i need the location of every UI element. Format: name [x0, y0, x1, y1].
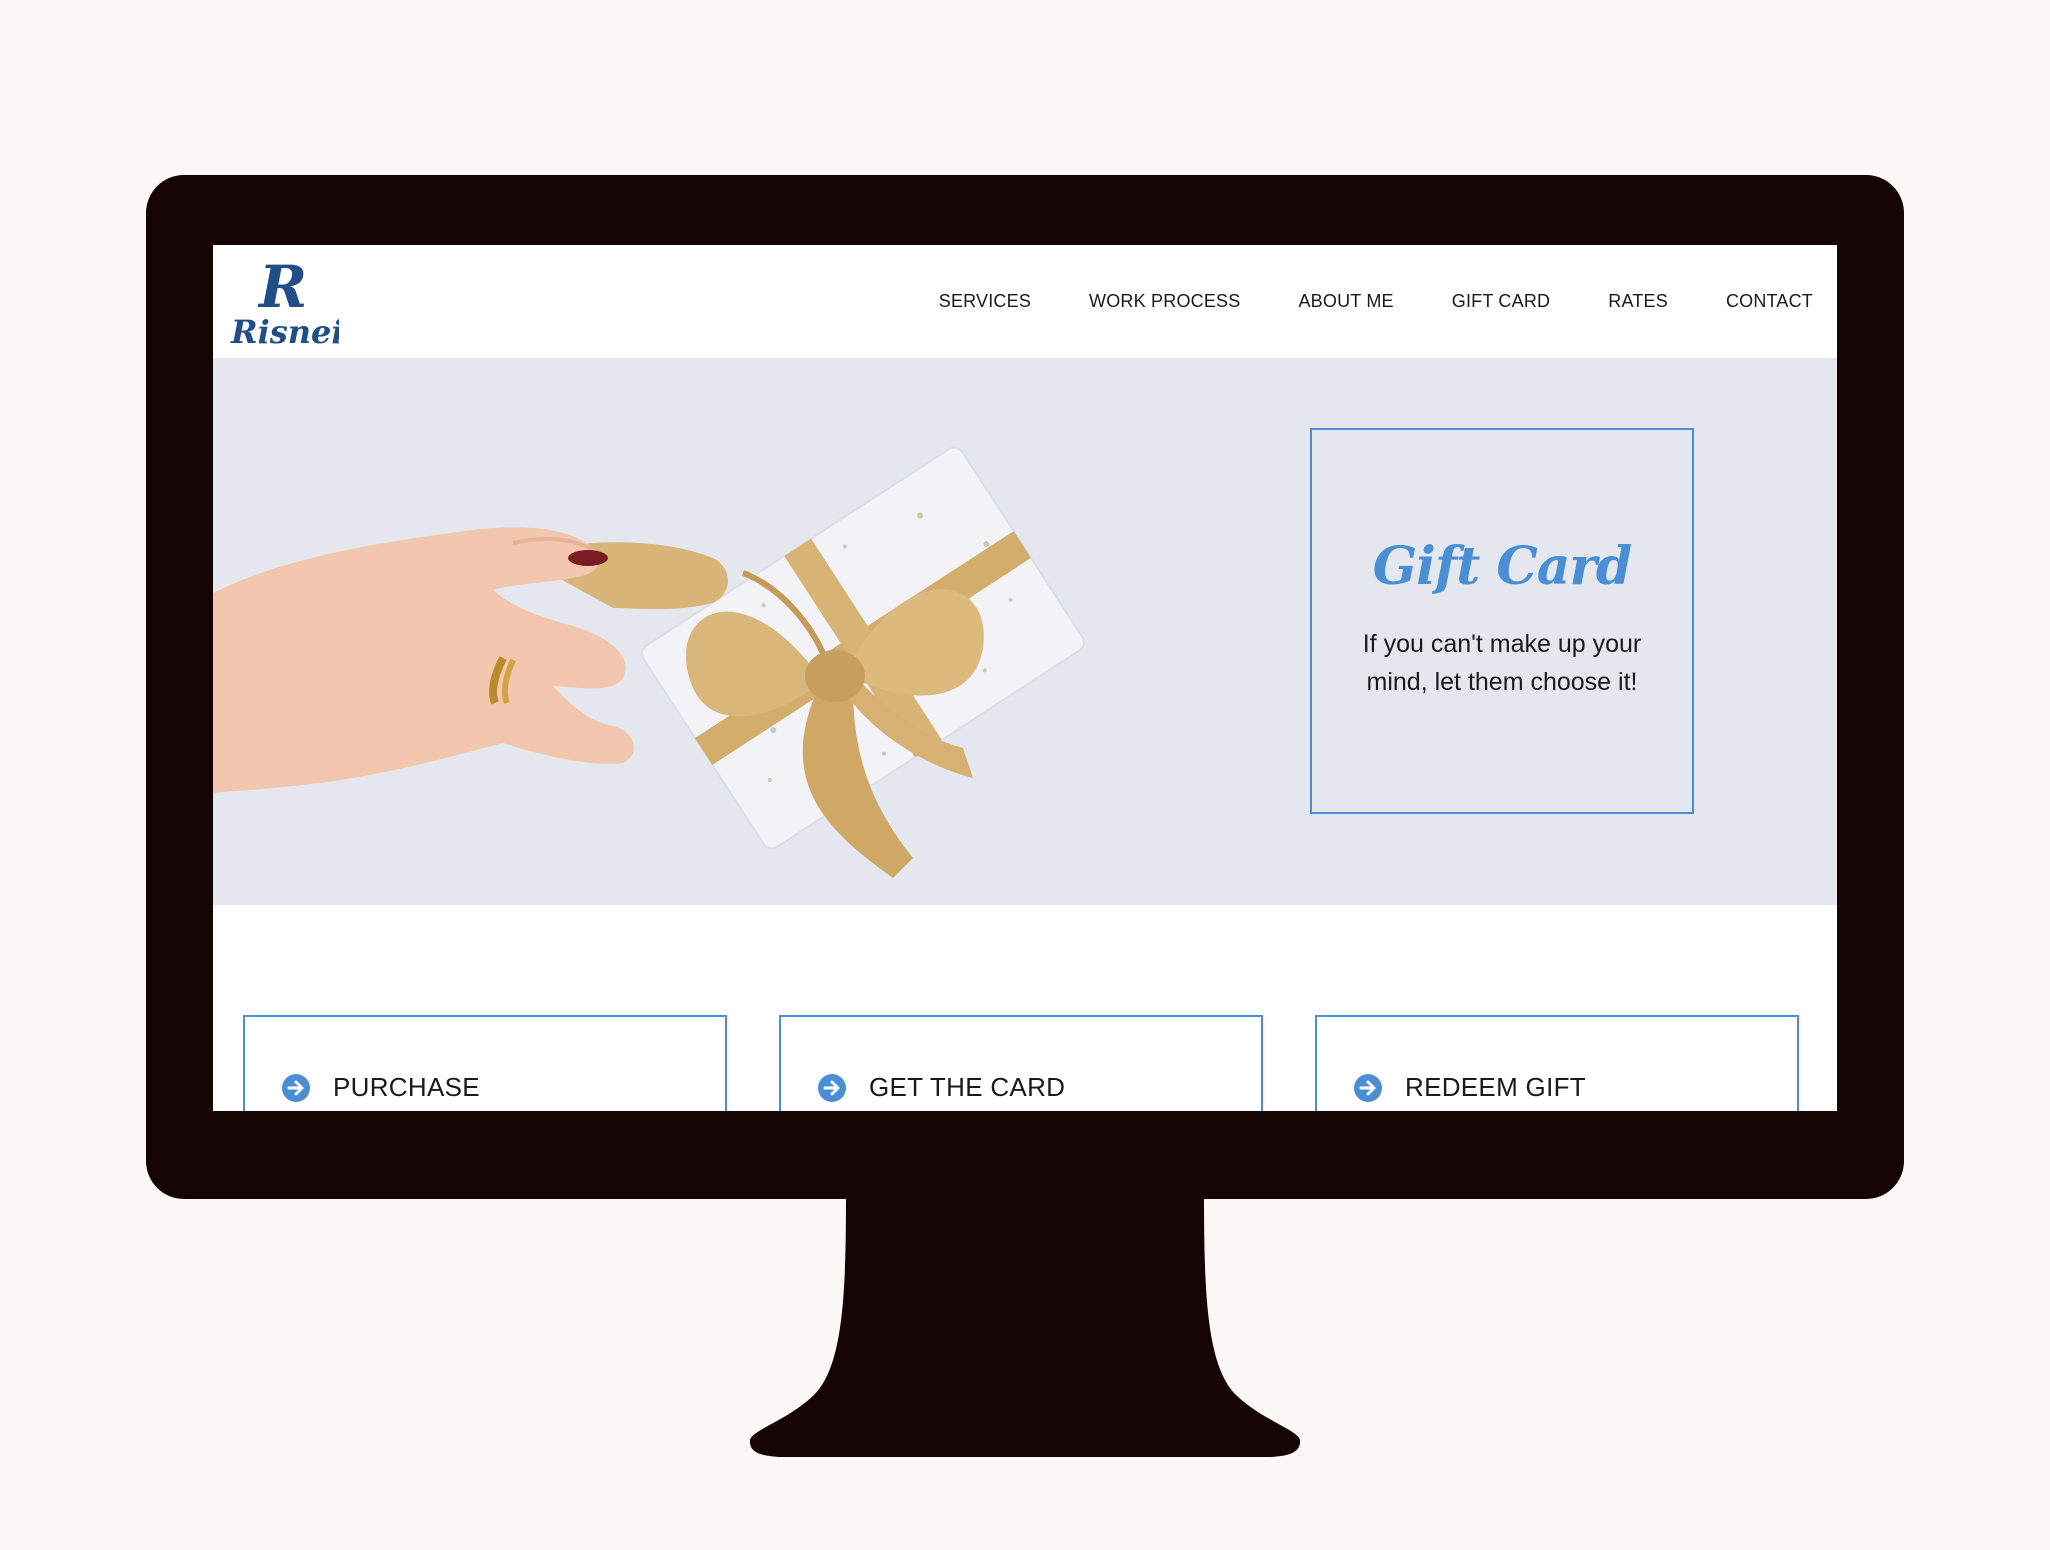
redeem-gift-label: REDEEM GIFT	[1405, 1072, 1586, 1102]
main-nav: SERVICES WORK PROCESS ABOUT ME GIFT CARD…	[881, 245, 1813, 358]
get-the-card-label: GET THE CARD	[869, 1072, 1066, 1102]
gift-card-subtitle: If you can't make up your mind, let them…	[1362, 630, 1642, 696]
nav-item-about-me[interactable]: ABOUT ME	[1298, 291, 1393, 312]
logo-wordmark: Risnei	[230, 313, 339, 351]
logo-letter: R	[257, 255, 307, 321]
redeem-gift-card[interactable]: REDEEM GIFT	[1315, 1015, 1799, 1111]
nav-item-work-process[interactable]: WORK PROCESS	[1089, 291, 1240, 312]
get-the-card-card[interactable]: GET THE CARD	[779, 1015, 1263, 1111]
gift-card-title: Gift Card	[1372, 536, 1633, 597]
arrow-right-circle-icon	[1354, 1074, 1382, 1102]
hero-section: Gift Card If you can't make up your mind…	[213, 358, 1837, 905]
purchase-label: PURCHASE	[333, 1072, 480, 1102]
site-header: R Risnei SERVICES WORK PROCESS ABOUT ME …	[213, 245, 1837, 358]
arrow-right-circle-icon	[818, 1074, 846, 1102]
nav-item-contact[interactable]: CONTACT	[1726, 291, 1813, 312]
purchase-card[interactable]: PURCHASE	[243, 1015, 727, 1111]
nav-item-gift-card[interactable]: GIFT CARD	[1452, 291, 1550, 312]
gift-card-panel: Gift Card If you can't make up your mind…	[1310, 428, 1694, 814]
nav-item-rates[interactable]: RATES	[1608, 291, 1668, 312]
monitor-screen: R Risnei SERVICES WORK PROCESS ABOUT ME …	[213, 245, 1837, 1111]
arrow-right-circle-icon	[282, 1074, 310, 1102]
site-logo[interactable]: R Risnei	[229, 253, 344, 351]
nav-item-services[interactable]: SERVICES	[939, 291, 1031, 312]
logo-graphic: R Risnei	[230, 253, 344, 351]
